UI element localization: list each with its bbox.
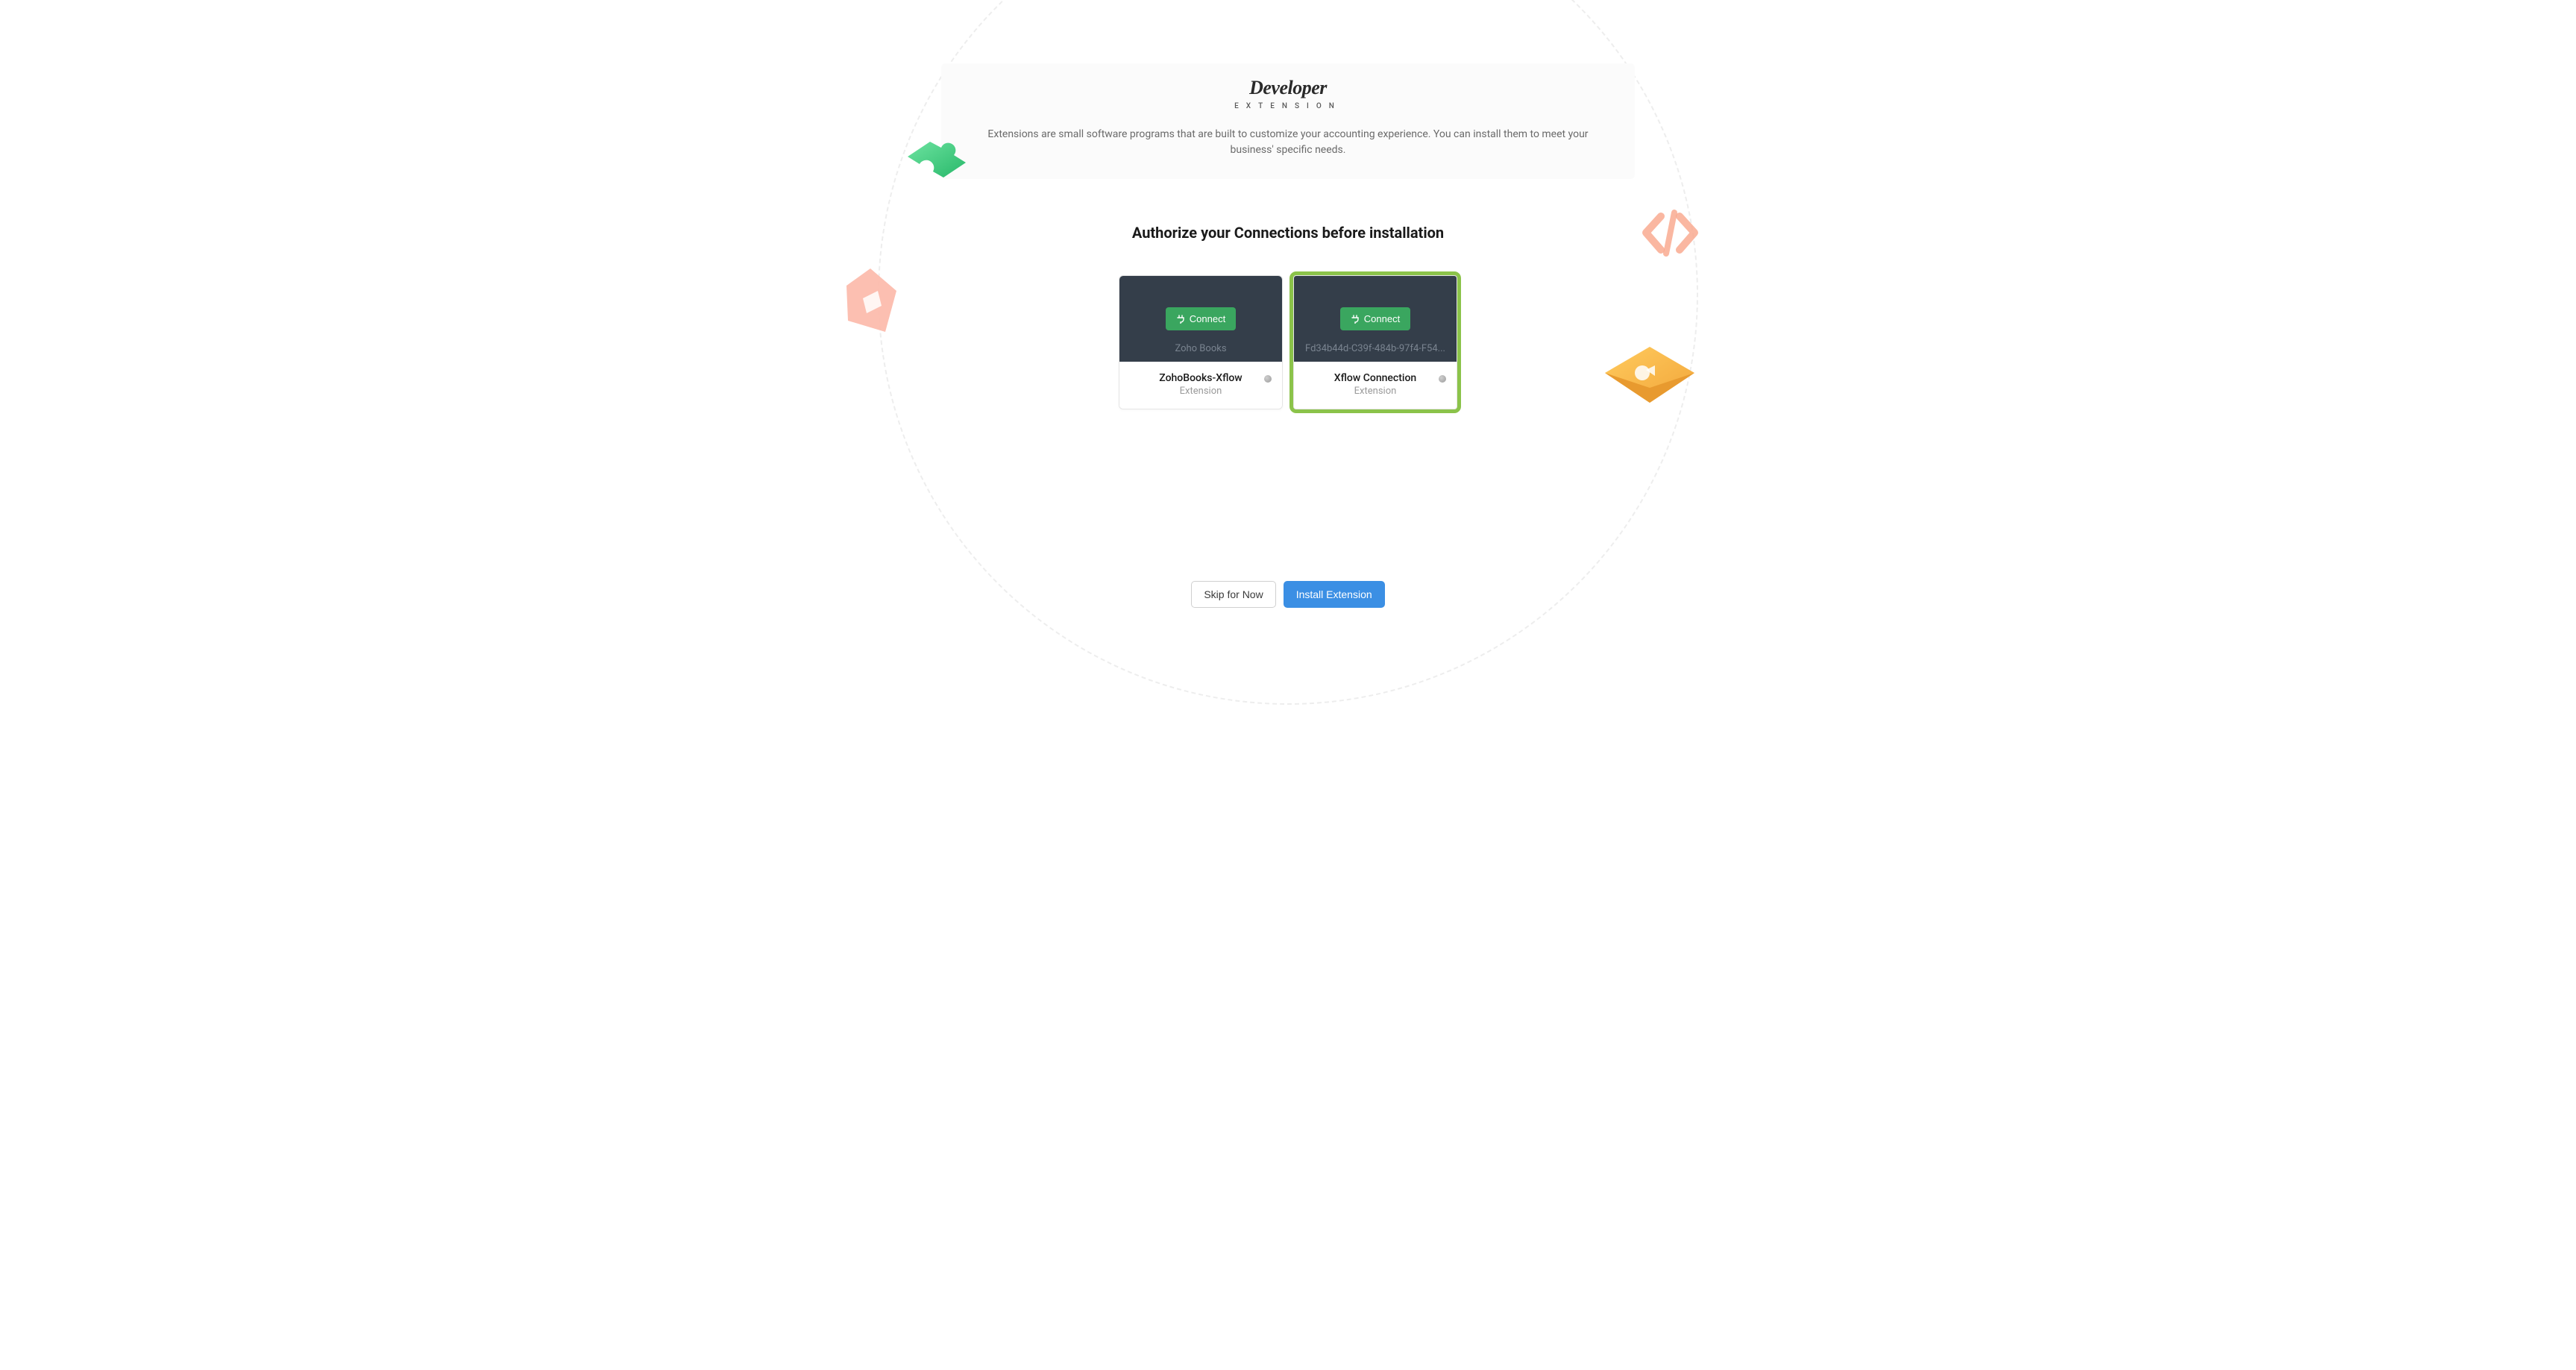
brand-title: Developer <box>971 77 1605 99</box>
connect-button[interactable]: Connect <box>1340 307 1410 330</box>
card-footer: ZohoBooks-Xflow Extension <box>1119 362 1282 409</box>
card-header: Connect Fd34b44d-C39f-484b-97f4-F54... <box>1294 276 1457 362</box>
skip-button[interactable]: Skip for Now <box>1191 581 1275 608</box>
connection-subtitle: Extension <box>1301 386 1449 397</box>
connections-row: Connect Zoho Books ZohoBooks-Xflow Exten… <box>710 275 1866 409</box>
connection-service-name: Fd34b44d-C39f-484b-97f4-F54... <box>1302 343 1448 354</box>
connection-card-xflow-connection: Connect Fd34b44d-C39f-484b-97f4-F54... X… <box>1293 275 1457 409</box>
connection-service-name: Zoho Books <box>1128 343 1274 354</box>
footer-actions: Skip for Now Install Extension <box>710 581 1866 630</box>
status-indicator <box>1439 375 1446 383</box>
connect-label: Connect <box>1364 313 1400 324</box>
connect-label: Connect <box>1190 313 1225 324</box>
section-title: Authorize your Connections before instal… <box>1117 224 1459 242</box>
connection-name: Xflow Connection <box>1301 372 1449 384</box>
header-card: Developer EXTENSION Extensions are small… <box>941 63 1635 179</box>
install-extension-button[interactable]: Install Extension <box>1284 581 1385 608</box>
brand-subtitle: EXTENSION <box>971 102 1605 110</box>
card-header: Connect Zoho Books <box>1119 276 1282 362</box>
connection-name: ZohoBooks-Xflow <box>1127 372 1275 384</box>
plug-icon <box>1351 315 1360 324</box>
connect-button[interactable]: Connect <box>1166 307 1236 330</box>
card-footer: Xflow Connection Extension <box>1294 362 1457 409</box>
status-indicator <box>1264 375 1272 383</box>
connection-card-zohobooks-xflow: Connect Zoho Books ZohoBooks-Xflow Exten… <box>1119 275 1283 409</box>
connection-subtitle: Extension <box>1127 386 1275 397</box>
header-description: Extensions are small software programs t… <box>971 127 1605 158</box>
plug-icon <box>1176 315 1185 324</box>
